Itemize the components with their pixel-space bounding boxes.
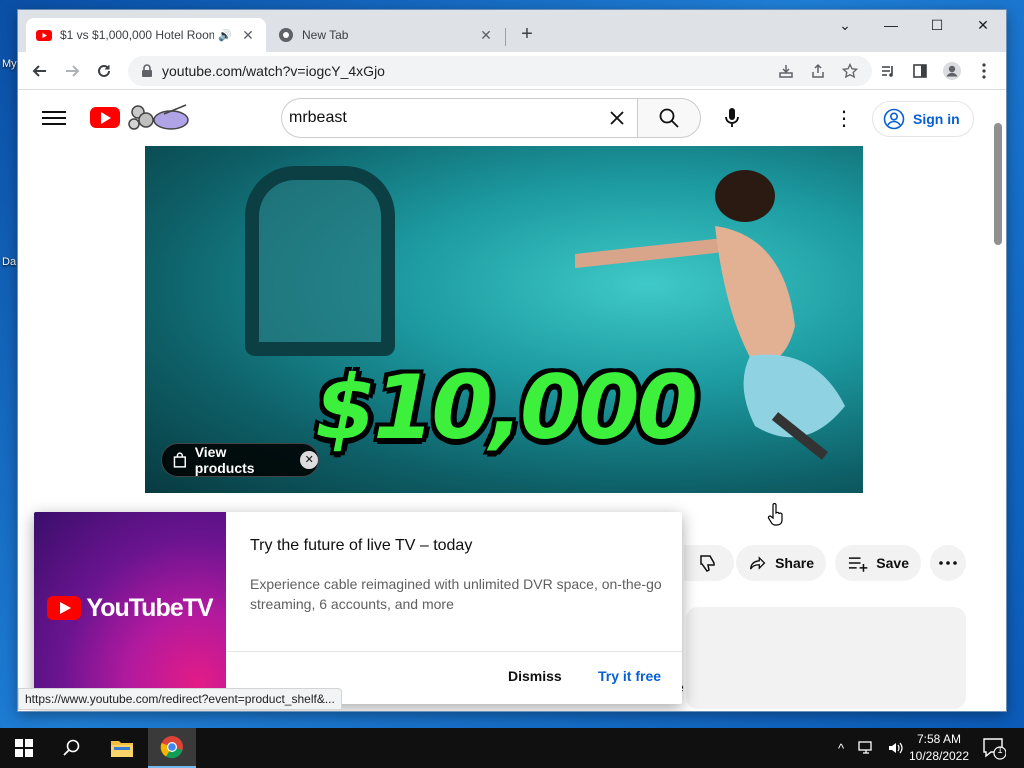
share-label: Share bbox=[775, 555, 814, 571]
dismiss-button[interactable]: Dismiss bbox=[508, 668, 562, 684]
promo-description: Experience cable reimagined with unlimit… bbox=[250, 576, 662, 612]
shopping-bag-icon bbox=[173, 452, 186, 468]
maximize-button[interactable]: ☐ bbox=[914, 10, 960, 40]
address-bar-url: youtube.com/watch?v=iogcY_4xGjo bbox=[162, 63, 385, 79]
try-it-free-button[interactable]: Try it free bbox=[598, 668, 661, 684]
action-center-button[interactable]: 1 bbox=[982, 736, 1007, 760]
lock-icon[interactable] bbox=[140, 64, 154, 78]
tab-new-tab[interactable]: New Tab ✕ bbox=[268, 18, 504, 52]
windows-logo-icon bbox=[15, 739, 33, 757]
system-tray: ^ bbox=[838, 728, 904, 768]
search-icon bbox=[63, 739, 80, 756]
search-input[interactable]: mrbeast bbox=[281, 98, 637, 138]
tab-title: New Tab bbox=[302, 28, 349, 42]
volume-icon[interactable] bbox=[888, 741, 904, 755]
microphone-icon bbox=[725, 108, 739, 127]
dislike-button[interactable] bbox=[684, 545, 734, 581]
description-box[interactable] bbox=[686, 607, 966, 709]
status-bar-url: https://www.youtube.com/redirect?event=p… bbox=[18, 688, 342, 710]
chrome-taskbar-button[interactable] bbox=[148, 728, 196, 768]
folder-icon bbox=[111, 741, 133, 757]
thumbs-down-icon bbox=[700, 555, 715, 572]
windows-taskbar: ^ 7:58 AM 10/28/2022 1 bbox=[0, 728, 1024, 768]
reload-icon[interactable] bbox=[90, 57, 118, 85]
tab-separator bbox=[505, 28, 506, 46]
browser-menu-icon[interactable] bbox=[970, 57, 998, 85]
more-options-icon[interactable]: ⋮ bbox=[824, 98, 864, 138]
youtube-tv-logo-text: YouTubeTV bbox=[86, 593, 213, 622]
desktop-icon-label[interactable]: Da bbox=[2, 256, 16, 268]
scrollbar-thumb[interactable] bbox=[994, 123, 1002, 245]
tab-strip: $1 vs $1,000,000 Hotel Room! 🔊 ✕ New Tab… bbox=[18, 10, 1006, 52]
taskbar-search-button[interactable] bbox=[48, 728, 96, 768]
notification-count: 1 bbox=[997, 745, 1003, 755]
youtube-favicon-icon bbox=[36, 30, 52, 41]
doodle-icon[interactable] bbox=[126, 102, 192, 132]
file-explorer-button[interactable] bbox=[98, 728, 146, 768]
speaker-icon[interactable]: 🔊 bbox=[218, 29, 232, 42]
youtube-tv-promo: YouTubeTV Try the future of live TV – to… bbox=[34, 512, 682, 704]
close-tab-icon[interactable]: ✕ bbox=[478, 27, 494, 43]
sign-in-label: Sign in bbox=[913, 111, 960, 127]
sign-in-button[interactable]: Sign in bbox=[872, 101, 974, 137]
save-label: Save bbox=[876, 555, 909, 571]
media-queue-icon[interactable] bbox=[874, 57, 902, 85]
back-arrow-icon[interactable] bbox=[26, 57, 54, 85]
view-products-button[interactable]: View products ✕ bbox=[161, 443, 319, 477]
youtube-play-icon bbox=[47, 596, 82, 620]
more-actions-button[interactable] bbox=[930, 545, 966, 581]
video-scene-window bbox=[245, 166, 395, 356]
show-hidden-icons-chevron-icon[interactable]: ^ bbox=[838, 741, 844, 756]
forward-arrow-icon[interactable] bbox=[58, 57, 86, 85]
promo-title: Try the future of live TV – today bbox=[250, 537, 473, 554]
chrome-favicon-icon bbox=[279, 28, 293, 42]
address-bar[interactable]: youtube.com/watch?v=iogcY_4xGjo bbox=[128, 56, 872, 86]
install-app-icon[interactable] bbox=[776, 61, 796, 81]
bookmark-star-icon[interactable] bbox=[840, 61, 860, 81]
close-window-button[interactable]: ✕ bbox=[960, 10, 1006, 40]
promo-artwork: YouTubeTV bbox=[34, 512, 226, 704]
clock-time: 7:58 AM bbox=[916, 732, 962, 746]
taskbar-clock[interactable]: 7:58 AM 10/28/2022 bbox=[906, 731, 972, 765]
network-icon[interactable] bbox=[858, 741, 874, 755]
more-horizontal-icon bbox=[939, 561, 957, 565]
menu-icon[interactable] bbox=[42, 108, 66, 128]
clear-search-icon[interactable] bbox=[597, 99, 637, 137]
start-button[interactable] bbox=[0, 728, 48, 768]
video-player[interactable]: $10,000 View products ✕ bbox=[145, 146, 863, 493]
promo-divider bbox=[226, 651, 682, 652]
youtube-header: mrbeast ⋮ Sign in bbox=[18, 90, 990, 146]
share-arrow-icon bbox=[749, 556, 766, 570]
new-tab-button[interactable]: + bbox=[514, 22, 540, 48]
search-icon bbox=[659, 108, 679, 128]
account-circle-icon bbox=[883, 108, 905, 130]
tab-title: $1 vs $1,000,000 Hotel Room! bbox=[60, 28, 215, 42]
hand-cursor-icon bbox=[767, 503, 783, 526]
desktop-icon-label[interactable]: My bbox=[2, 58, 17, 70]
close-products-icon[interactable]: ✕ bbox=[300, 451, 318, 469]
youtube-logo[interactable] bbox=[90, 107, 120, 128]
share-page-icon[interactable] bbox=[808, 61, 828, 81]
page-scrollbar[interactable] bbox=[990, 90, 1006, 711]
youtube-tv-logo: YouTubeTV bbox=[47, 593, 214, 623]
youtube-page: mrbeast ⋮ Sign in $10,000 View products … bbox=[18, 90, 1006, 711]
browser-window: $1 vs $1,000,000 Hotel Room! 🔊 ✕ New Tab… bbox=[18, 10, 1006, 711]
chrome-icon bbox=[160, 736, 183, 759]
playlist-add-icon bbox=[848, 557, 868, 572]
close-tab-icon[interactable]: ✕ bbox=[240, 27, 256, 43]
share-button[interactable]: Share bbox=[736, 545, 826, 581]
search-button[interactable] bbox=[637, 98, 701, 138]
profile-avatar-icon[interactable] bbox=[938, 57, 966, 85]
save-button[interactable]: Save bbox=[835, 545, 921, 581]
view-products-label: View products bbox=[194, 444, 255, 476]
minimize-button[interactable]: — bbox=[868, 10, 914, 40]
search-query: mrbeast bbox=[289, 109, 347, 126]
tab-search-chevron-icon[interactable]: ⌄ bbox=[822, 10, 868, 40]
browser-toolbar: youtube.com/watch?v=iogcY_4xGjo bbox=[18, 52, 1006, 90]
side-panel-icon[interactable] bbox=[906, 57, 934, 85]
clock-date: 10/28/2022 bbox=[908, 749, 970, 763]
voice-search-button[interactable] bbox=[712, 98, 752, 138]
tab-youtube-video[interactable]: $1 vs $1,000,000 Hotel Room! 🔊 ✕ bbox=[26, 18, 266, 52]
video-overlay-price: $10,000 bbox=[315, 356, 698, 459]
